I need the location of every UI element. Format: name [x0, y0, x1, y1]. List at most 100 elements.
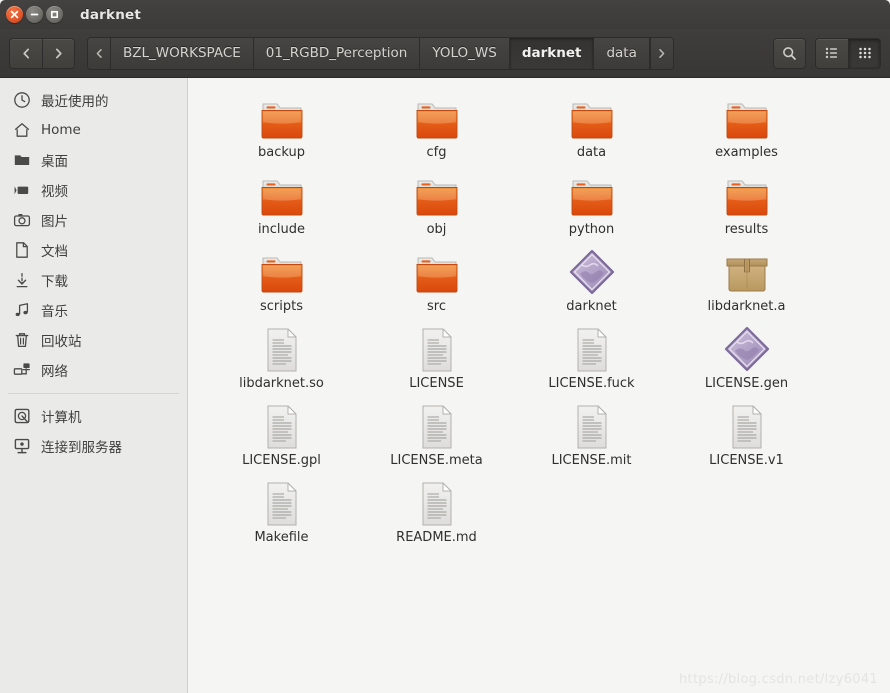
folder-icon [258, 92, 306, 142]
sidebar-item-g0-2[interactable]: 桌面 [0, 145, 187, 175]
sidebar-item-g0-6[interactable]: 下载 [0, 265, 187, 295]
folder-icon [723, 169, 771, 219]
folder-icon [413, 169, 461, 219]
breadcrumb-item-3[interactable]: darknet [509, 37, 595, 69]
sidebar-item-label: 下载 [41, 274, 68, 290]
list-view-button[interactable] [815, 37, 848, 69]
clock-icon [12, 90, 32, 110]
file-item[interactable]: include [204, 167, 359, 244]
search-button[interactable] [773, 37, 806, 69]
sidebar-item-g0-3[interactable]: 视频 [0, 175, 187, 205]
home-icon [12, 120, 32, 140]
maximize-button[interactable] [46, 6, 63, 23]
file-label: libdarknet.so [239, 376, 324, 391]
file-item[interactable]: darknet [514, 244, 669, 321]
file-label: LICENSE.gpl [242, 453, 321, 468]
grid-view-icon [858, 47, 871, 59]
folder-icon [568, 92, 616, 142]
document-icon [417, 323, 457, 373]
file-item[interactable]: python [514, 167, 669, 244]
grid-view-button[interactable] [848, 37, 881, 69]
sidebar-item-label: 桌面 [41, 154, 68, 170]
sidebar-item-label: 网络 [41, 364, 68, 380]
sidebar-item-home[interactable]: Home [0, 115, 187, 145]
sidebar-item-label: 连接到服务器 [41, 440, 122, 456]
sidebar-item-g0-9[interactable]: 网络 [0, 355, 187, 385]
back-button[interactable] [9, 37, 42, 69]
breadcrumb-item-2[interactable]: YOLO_WS [420, 37, 510, 69]
file-item[interactable]: obj [359, 167, 514, 244]
close-button[interactable] [6, 6, 23, 23]
breadcrumb-item-1[interactable]: 01_RGBD_Perception [253, 37, 421, 69]
breadcrumb-item-0[interactable]: BZL_WORKSPACE [111, 37, 254, 69]
chevron-left-icon [22, 48, 29, 58]
breadcrumb-prev-button[interactable] [88, 37, 111, 69]
toolbar: BZL_WORKSPACE 01_RGBD_Perception YOLO_WS… [0, 29, 890, 78]
chevron-left-icon [96, 48, 102, 58]
file-item[interactable]: libdarknet.so [204, 321, 359, 398]
window-title: darknet [80, 6, 142, 23]
file-item[interactable]: libdarknet.a [669, 244, 824, 321]
document-icon [572, 323, 612, 373]
file-item[interactable]: results [669, 167, 824, 244]
sidebar-item-g0-5[interactable]: 文档 [0, 235, 187, 265]
file-item[interactable]: cfg [359, 90, 514, 167]
file-label: Makefile [254, 530, 309, 545]
file-label: LICENSE.v1 [709, 453, 784, 468]
sidebar-separator [8, 393, 179, 394]
document-icon [572, 400, 612, 450]
file-label: results [724, 222, 769, 237]
file-label: include [257, 222, 306, 237]
list-view-icon [825, 47, 837, 59]
file-label: LICENSE.meta [390, 453, 483, 468]
sidebar-item-label: 回收站 [41, 334, 82, 350]
trash-icon [12, 330, 32, 350]
file-label: data [576, 145, 607, 160]
file-area[interactable]: backup cfg data examples include obj python res… [188, 78, 890, 693]
sidebar-item-label: 视频 [41, 184, 68, 200]
file-item[interactable]: backup [204, 90, 359, 167]
file-label: LICENSE [409, 376, 464, 391]
file-item[interactable]: LICENSE.gen [669, 321, 824, 398]
file-item[interactable]: Makefile [204, 475, 359, 552]
file-item[interactable]: README.md [359, 475, 514, 552]
breadcrumb-item-4[interactable]: data [594, 37, 650, 69]
file-item[interactable]: LICENSE.v1 [669, 398, 824, 475]
file-item[interactable]: src [359, 244, 514, 321]
minimize-button[interactable] [26, 6, 43, 23]
file-item[interactable]: LICENSE.meta [359, 398, 514, 475]
sidebar-item-g1-1[interactable]: 连接到服务器 [0, 431, 187, 461]
sidebar: 最近使用的 Home 桌面视频图片文档下载音乐回收站网络 计算机连接到服务器 [0, 78, 188, 693]
watermark: https://blog.csdn.net/lzy6041 [679, 672, 878, 687]
sidebar-item-label: 音乐 [41, 304, 68, 320]
sidebar-group-devices: 计算机连接到服务器 [0, 401, 187, 461]
sidebar-item-g0-8[interactable]: 回收站 [0, 325, 187, 355]
executable-icon [723, 323, 771, 373]
sidebar-item-g0-4[interactable]: 图片 [0, 205, 187, 235]
file-label: backup [258, 145, 305, 160]
sidebar-item-g0-0[interactable]: 最近使用的 [0, 85, 187, 115]
file-item[interactable]: LICENSE.gpl [204, 398, 359, 475]
folder-icon [258, 169, 306, 219]
file-item[interactable]: examples [669, 90, 824, 167]
sidebar-item-label: 文档 [41, 244, 68, 260]
search-icon [783, 46, 796, 60]
forward-button[interactable] [42, 37, 75, 69]
file-item[interactable]: scripts [204, 244, 359, 321]
breadcrumb-next-button[interactable] [649, 37, 673, 69]
sidebar-item-g1-0[interactable]: 计算机 [0, 401, 187, 431]
document-icon [262, 323, 302, 373]
camera-icon [12, 210, 32, 230]
file-manager-window: darknet BZL_WORKSPACE 01_RGBD_Perception… [0, 0, 890, 693]
file-item[interactable]: LICENSE [359, 321, 514, 398]
file-item[interactable]: LICENSE.mit [514, 398, 669, 475]
sidebar-item-g0-7[interactable]: 音乐 [0, 295, 187, 325]
chevron-right-icon [55, 48, 62, 58]
file-item[interactable]: data [514, 90, 669, 167]
archive-icon [724, 246, 770, 296]
file-item[interactable]: LICENSE.fuck [514, 321, 669, 398]
folder-icon [413, 92, 461, 142]
navigation-buttons [9, 37, 75, 69]
title-bar: darknet [0, 0, 890, 29]
sidebar-group-places: 最近使用的 Home 桌面视频图片文档下载音乐回收站网络 [0, 85, 187, 385]
